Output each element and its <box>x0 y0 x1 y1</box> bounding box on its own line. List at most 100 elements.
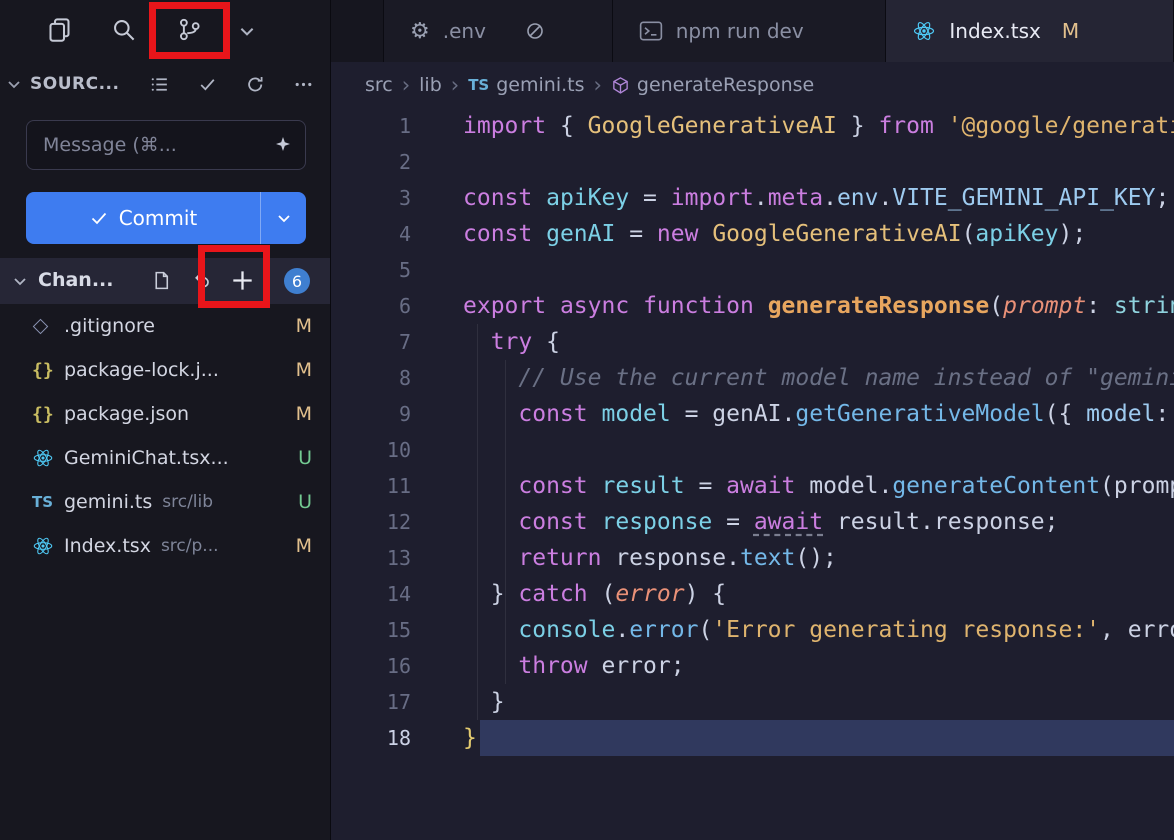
line-number: 18 <box>331 720 411 756</box>
explorer-icon[interactable] <box>46 16 73 43</box>
code-token: await <box>726 468 795 504</box>
code-token: const <box>463 180 532 216</box>
code-line[interactable]: export async function generateResponse(p… <box>463 288 1174 324</box>
code-token: import <box>463 108 546 144</box>
status-modified: M <box>296 403 312 425</box>
code-token: ( <box>588 576 616 612</box>
code-line[interactable]: console.error('Error generating response… <box>463 612 1174 648</box>
code-lines[interactable]: import { GoogleGenerativeAI } from '@goo… <box>411 108 1174 840</box>
code-token: throw <box>518 648 587 684</box>
scm-header: SOURC... <box>0 62 330 108</box>
code-line[interactable]: } catch (error) { <box>463 576 1174 612</box>
code-line[interactable] <box>463 252 1174 288</box>
source-control-sidebar: SOURC... Message (⌘... Commit <box>0 0 330 840</box>
code-token: getGenerativeModel <box>795 396 1044 432</box>
commit-check-icon[interactable] <box>197 74 218 95</box>
commit-dropdown-button[interactable] <box>260 192 306 244</box>
code-token: const <box>463 216 532 252</box>
more-actions-icon[interactable] <box>293 74 314 95</box>
file-row-package-json[interactable]: {} package.json M <box>0 392 330 436</box>
code-token: = genAI. <box>671 396 796 432</box>
breadcrumb-generate-response[interactable]: generateResponse <box>611 74 814 96</box>
file-path: src/p... <box>161 536 219 556</box>
file-row-gemini-ts[interactable]: TS gemini.ts src/lib U <box>0 480 330 524</box>
line-number: 8 <box>331 360 411 396</box>
code-token: { <box>546 108 588 144</box>
code-token: GoogleGenerativeAI <box>588 108 837 144</box>
code-token: error <box>629 612 698 648</box>
code-line[interactable]: // Use the current model name instead of… <box>463 360 1174 396</box>
code-token: : <box>1086 288 1114 324</box>
view-as-list-icon[interactable] <box>149 74 170 95</box>
line-number: 12 <box>331 504 411 540</box>
code-token: result.response; <box>823 504 1058 540</box>
commit-button[interactable]: Commit <box>26 192 306 244</box>
commit-button-main[interactable]: Commit <box>26 206 260 230</box>
refresh-icon[interactable] <box>245 74 266 95</box>
code-line[interactable]: throw error; <box>463 648 1174 684</box>
code-line[interactable] <box>463 144 1174 180</box>
changes-file-list: .gitignore M {} package-lock.j... M {} p… <box>0 304 330 568</box>
code-token: const <box>518 504 587 540</box>
code-line[interactable]: const genAI = new GoogleGenerativeAI(api… <box>463 216 1174 252</box>
tab-index-tsx[interactable]: Index.tsx M <box>886 0 1174 62</box>
code-token: // Use the current model name instead of… <box>463 360 1174 396</box>
chevron-down-icon[interactable] <box>12 273 28 289</box>
code-token: prompt <box>1003 288 1086 324</box>
breadcrumb-gemini-ts[interactable]: TS gemini.ts <box>468 74 584 96</box>
code-token: apiKey <box>975 216 1058 252</box>
code-line[interactable]: import { GoogleGenerativeAI } from '@goo… <box>463 108 1174 144</box>
line-number: 10 <box>331 432 411 468</box>
code-token: } <box>463 720 477 756</box>
code-line[interactable]: const result = await model.generateConte… <box>463 468 1174 504</box>
tab-env[interactable]: ⚙ .env <box>383 0 613 62</box>
open-changes-icon[interactable] <box>151 270 172 291</box>
code-token: ( <box>1100 468 1114 504</box>
code-token <box>463 468 518 504</box>
code-line[interactable]: } <box>463 684 1174 720</box>
code-token: model <box>602 396 671 432</box>
file-name: package-lock.j... <box>64 359 219 381</box>
file-row-index-tsx[interactable]: Index.tsx src/p... M <box>0 524 330 568</box>
file-row-gitignore[interactable]: .gitignore M <box>0 304 330 348</box>
tab-label: Index.tsx <box>949 19 1041 43</box>
stage-all-changes-icon[interactable] <box>229 267 256 294</box>
code-token: . <box>754 180 768 216</box>
generate-commit-message-icon[interactable] <box>273 135 293 155</box>
breadcrumb-lib[interactable]: lib <box>419 74 442 96</box>
chevron-down-icon <box>276 210 292 226</box>
commit-message-input[interactable]: Message (⌘... <box>26 120 306 170</box>
code-token: return <box>518 540 601 576</box>
line-number: 5 <box>331 252 411 288</box>
code-token: genAI <box>546 216 615 252</box>
code-editor[interactable]: 123456789101112131415161718 import { Goo… <box>331 108 1174 840</box>
tab-npm-run-dev[interactable]: npm run dev <box>613 0 887 62</box>
react-file-icon <box>32 447 64 469</box>
line-number: 2 <box>331 144 411 180</box>
search-icon[interactable] <box>110 16 137 43</box>
tab-label: npm run dev <box>676 19 804 43</box>
chevron-down-icon[interactable] <box>238 22 256 40</box>
code-token: '@google/generative-ai' <box>948 108 1174 144</box>
line-number: 17 <box>331 684 411 720</box>
discard-all-changes-icon[interactable] <box>191 270 212 291</box>
code-token: const <box>518 396 587 432</box>
source-control-icon[interactable] <box>176 16 203 43</box>
code-line[interactable]: const apiKey = import.meta.env.VITE_GEMI… <box>463 180 1174 216</box>
code-line[interactable]: const response = await result.response; <box>463 504 1174 540</box>
file-row-geminichat[interactable]: GeminiChat.tsx... U <box>0 436 330 480</box>
breadcrumb-src[interactable]: src <box>365 74 393 96</box>
file-row-package-lock[interactable]: {} package-lock.j... M <box>0 348 330 392</box>
code-token: generateContent <box>892 468 1100 504</box>
code-line[interactable]: try { <box>463 324 1174 360</box>
code-line[interactable]: return response.text(); <box>463 540 1174 576</box>
code-token: try <box>491 324 533 360</box>
line-number: 14 <box>331 576 411 612</box>
react-icon <box>912 19 936 43</box>
chevron-down-icon[interactable] <box>6 76 22 92</box>
code-line[interactable]: const model = genAI.getGenerativeModel({… <box>463 396 1174 432</box>
changes-section-header[interactable]: Chan... 6 <box>0 258 330 304</box>
code-line[interactable]: } <box>463 720 1174 756</box>
code-token: = <box>685 468 727 504</box>
code-line[interactable] <box>463 432 1174 468</box>
